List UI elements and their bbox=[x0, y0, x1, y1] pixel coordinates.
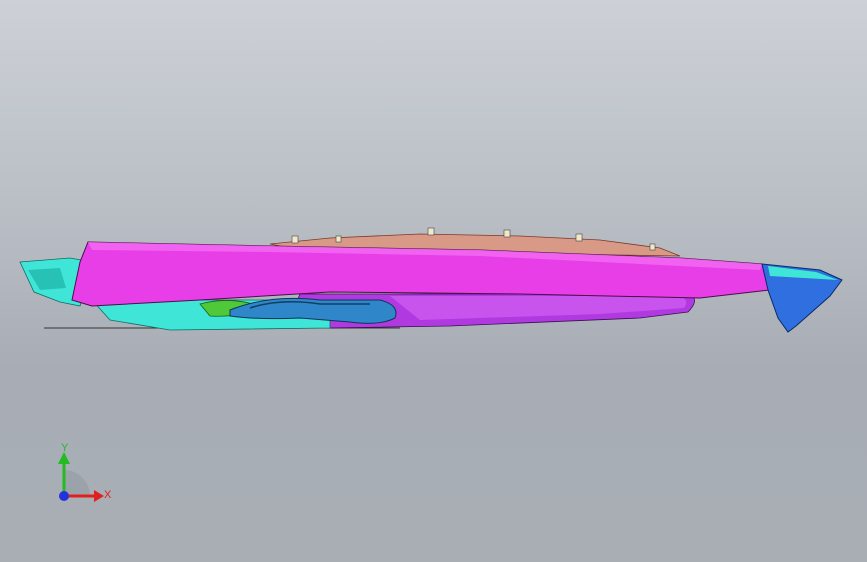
y-axis-label: Y bbox=[61, 442, 69, 454]
x-axis-label: X bbox=[104, 489, 112, 501]
3d-viewport[interactable]: Y X bbox=[0, 0, 867, 562]
triad-plane bbox=[64, 470, 90, 496]
cad-model-view[interactable] bbox=[0, 0, 867, 562]
x-axis-head bbox=[94, 490, 104, 502]
coordinate-triad: Y X bbox=[58, 442, 112, 502]
z-axis-dot bbox=[59, 491, 69, 501]
